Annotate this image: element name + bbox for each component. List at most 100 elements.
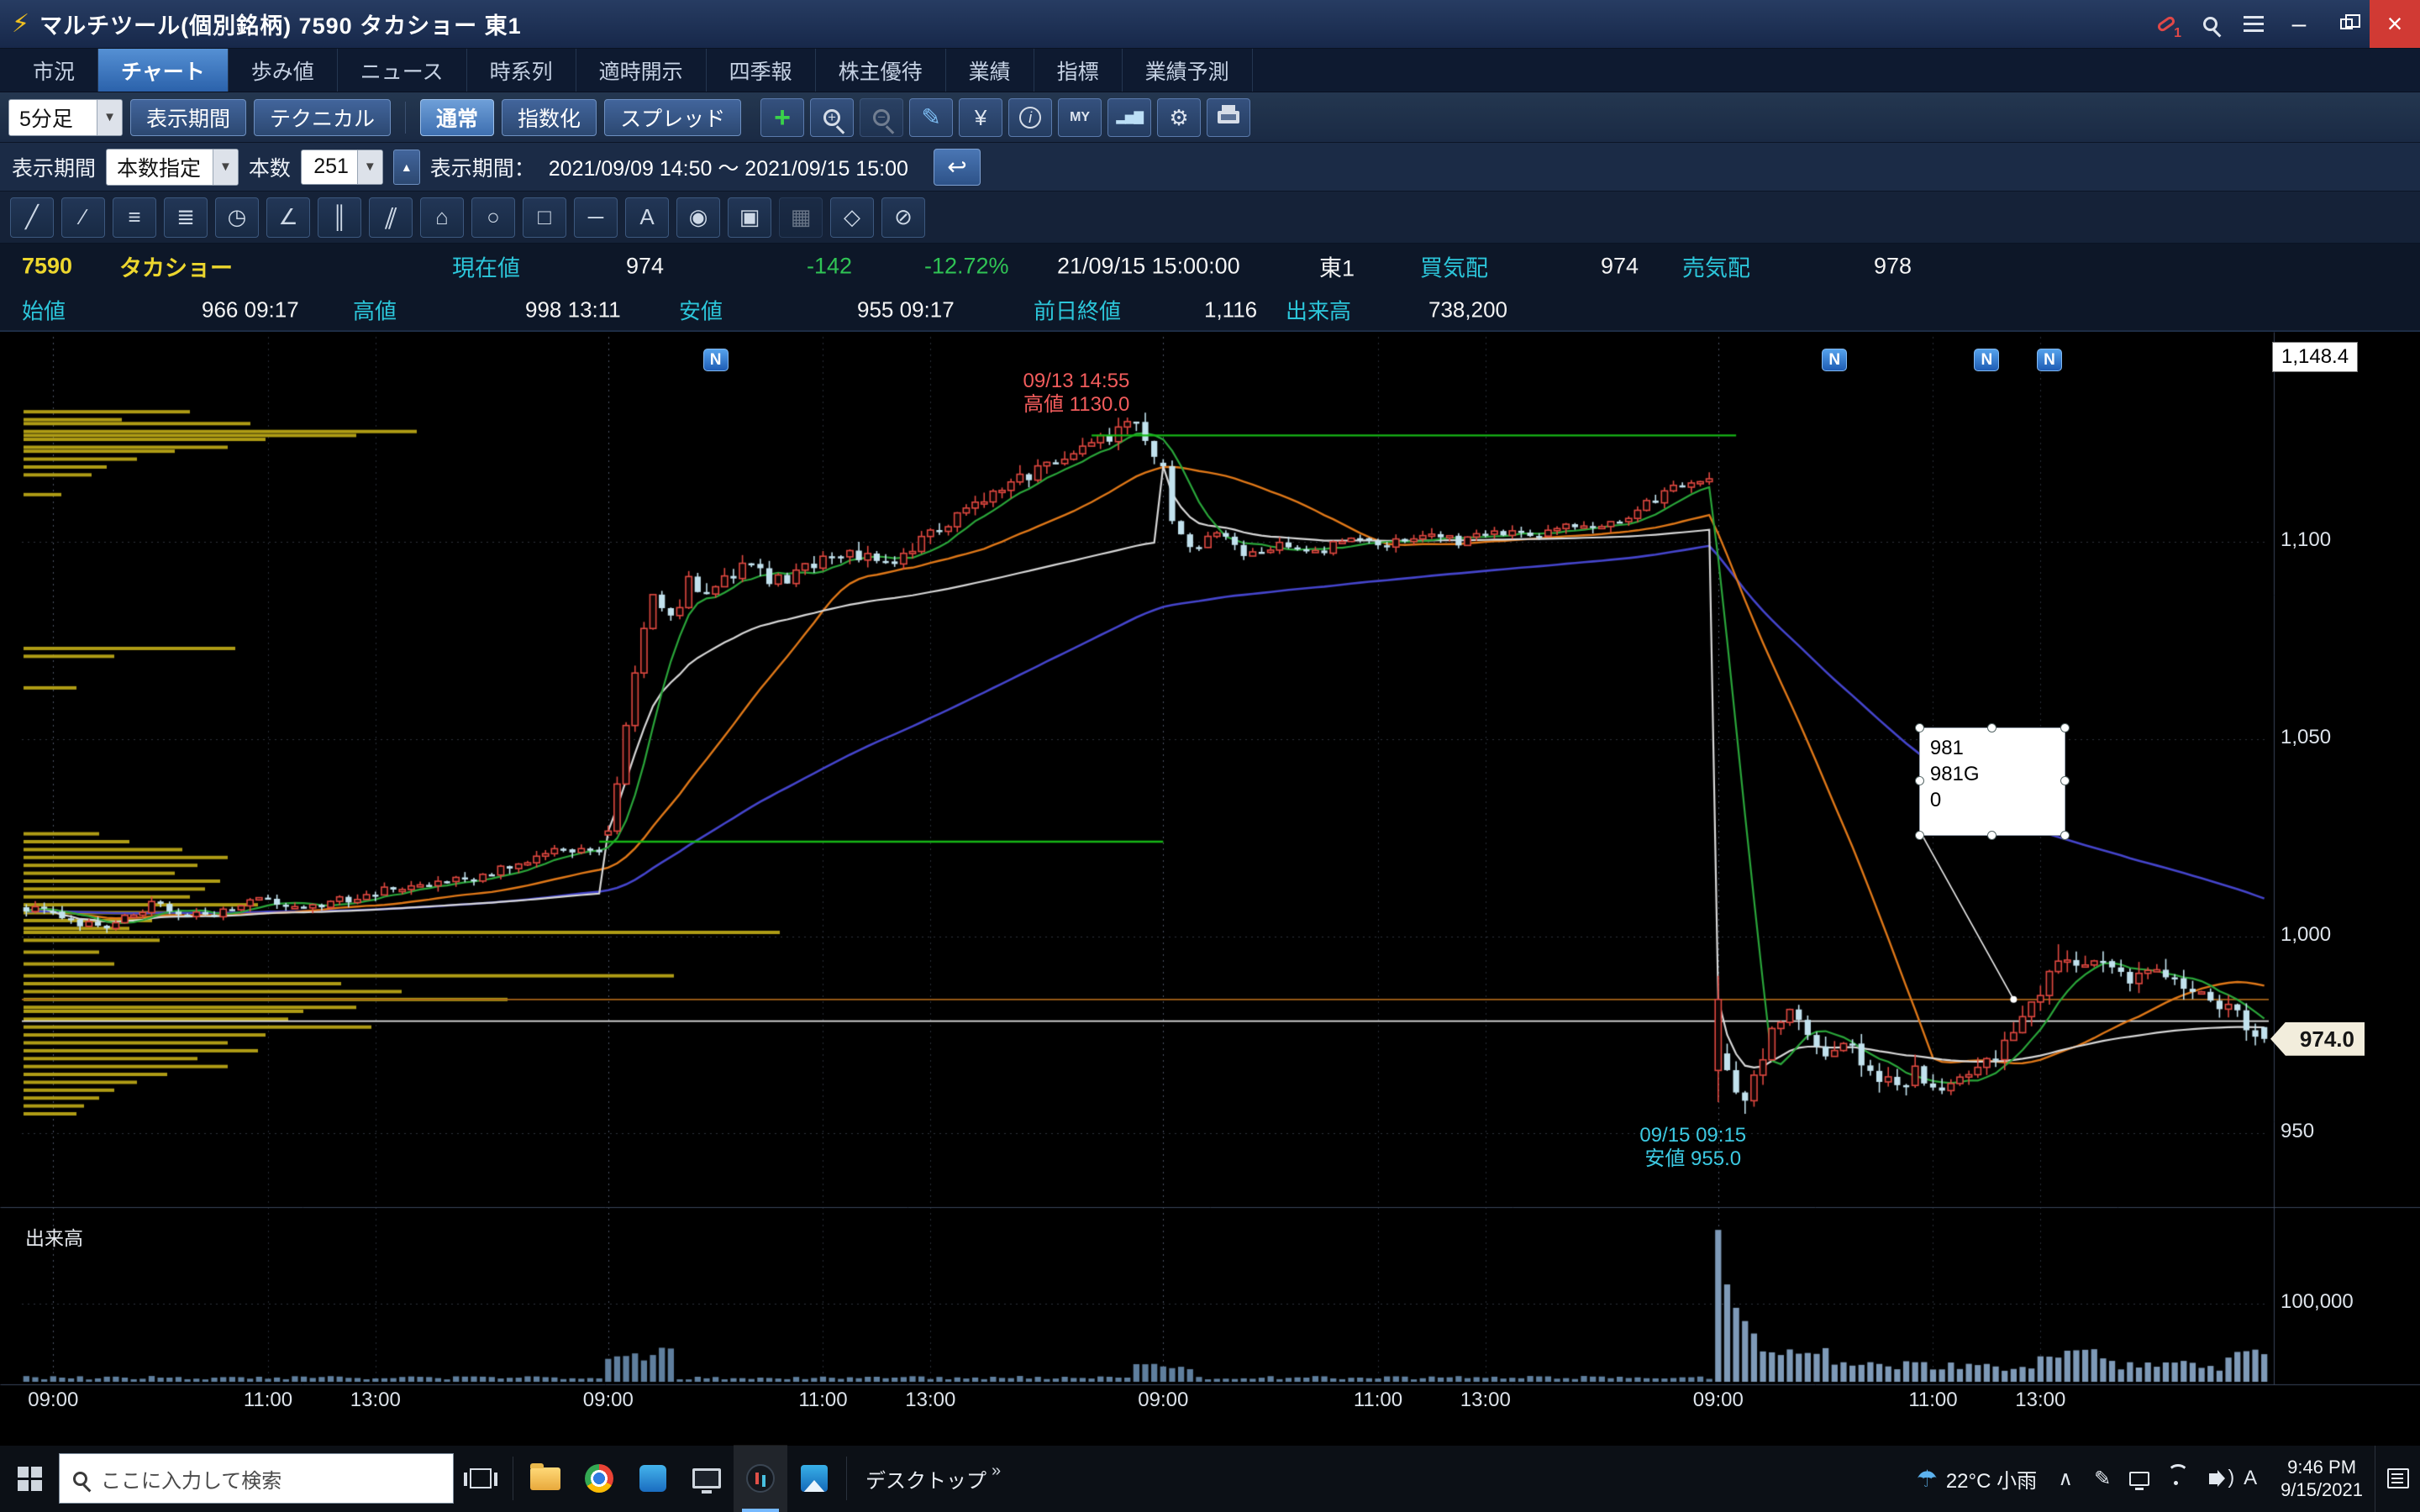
desktop-toolbar[interactable]: デスクトップ » [852,1445,1014,1512]
timeframe-select[interactable]: 5分足▼ [8,99,123,136]
chrome-icon[interactable] [572,1445,626,1512]
technical-button[interactable]: テクニカル [254,99,391,136]
restore-button[interactable] [2323,0,2370,48]
icon-stamp-tool[interactable]: ◉ [676,197,720,238]
count-mode-select[interactable]: 本数指定▼ [106,149,239,186]
notification-center-button[interactable] [2375,1445,2420,1512]
resize-handle[interactable] [1915,776,1924,785]
print-icon[interactable] [1207,98,1250,137]
eraser-tool[interactable]: ◇ [830,197,874,238]
titlebar[interactable]: ⚡ マルチツール(個別銘柄) 7590 タカショー 東1 1 – × [0,0,2420,49]
tab-disclosure[interactable]: 適時開示 [576,49,707,92]
news-marker-icon[interactable]: N [2037,349,2062,371]
remote-desktop-icon[interactable] [680,1445,734,1512]
note-annotation-box[interactable]: 981 981G 0 [1919,727,2065,836]
parallel-lines-tool[interactable]: ≣ [164,197,208,238]
tab-market[interactable]: 市況 [10,49,98,92]
ime-mode-icon[interactable]: A [2232,1445,2269,1512]
file-explorer-icon[interactable] [518,1445,572,1512]
task-view-button[interactable] [454,1445,508,1512]
pattern-tool[interactable]: ▦ [779,197,823,238]
spread-mode-button[interactable]: スプレッド [604,99,741,136]
low-label: 安値 [679,294,723,325]
start-button[interactable] [0,1445,59,1512]
angle-tool[interactable]: ∠ [266,197,310,238]
polygon-tool[interactable]: ⌂ [420,197,464,238]
add-comparison-icon[interactable]: + [760,98,804,137]
tab-chart[interactable]: チャート [98,49,229,92]
zoom-in-icon[interactable]: + [810,98,854,137]
my-chart-icon[interactable]: MY [1058,98,1102,137]
settings-wrench-icon[interactable]: ⚙ [1157,98,1201,137]
chrome-icon [585,1464,613,1493]
tray-pen-icon[interactable]: ✎ [2084,1445,2121,1512]
link-icon[interactable]: 1 [2144,0,2188,48]
text-tool[interactable]: A [625,197,669,238]
volume-icon[interactable] [2195,1445,2232,1512]
volume-chart-icon[interactable]: ▂▅▇ [1107,98,1151,137]
tab-shikiho[interactable]: 四季報 [707,49,816,92]
taskbar-clock[interactable]: 9:46 PM 9/15/2021 [2269,1456,2375,1501]
taskbar-search-input[interactable]: ここに入力して検索 [59,1453,454,1504]
display-period-button[interactable]: 表示期間 [130,99,246,136]
mail-app-icon[interactable] [626,1445,680,1512]
ellipse-tool[interactable]: ○ [471,197,515,238]
news-marker-icon[interactable]: N [1974,349,1999,371]
weather-widget[interactable]: ☂ 22°C 小雨 [1907,1445,2047,1512]
tab-label: 業績 [969,55,1011,86]
toolbar-separator [405,102,406,134]
info-icon[interactable]: i [1008,98,1052,137]
count-up-button[interactable]: ▲ [393,150,420,185]
resize-handle[interactable] [2060,776,2070,785]
resize-handle[interactable] [1987,831,1996,840]
menu-icon[interactable] [2232,0,2275,48]
rectangle-tool[interactable]: □ [523,197,566,238]
period-toolbar: 表示期間 本数指定▼ 本数 251▼ ▲ 表示期間： 2021/09/09 14… [0,143,2420,192]
tab-results[interactable]: 業績 [946,49,1034,92]
tab-label: 指標 [1057,55,1099,86]
indexed-mode-button[interactable]: 指数化 [502,99,597,136]
current-price-marker: 974.0 [2270,1022,2365,1056]
tray-expand-icon[interactable]: ∧ [2047,1445,2084,1512]
yen-scale-icon[interactable]: ¥ [959,98,1002,137]
resize-handle[interactable] [1915,831,1924,840]
trend-line-tool[interactable]: ╱ [10,197,54,238]
reset-period-button[interactable]: ↩ [934,149,981,186]
file-explorer-icon [530,1467,560,1490]
resize-handle[interactable] [2060,723,2070,732]
copy-tool[interactable]: ▣ [728,197,771,238]
horizontal-lines-tool[interactable]: ≡ [113,197,156,238]
network-icon[interactable] [2121,1445,2158,1512]
ray-line-tool[interactable]: ∕ [61,197,105,238]
tab-news[interactable]: ニュース [338,49,467,92]
minimize-button[interactable]: – [2275,0,2323,48]
trading-app-icon[interactable] [734,1445,787,1512]
resize-handle[interactable] [2060,831,2070,840]
photos-app-icon[interactable] [787,1445,841,1512]
resize-handle[interactable] [1915,723,1924,732]
horizontal-line-tool[interactable]: ─ [574,197,618,238]
chart-overlay: 1,148.4 09/13 14:55 高値 1130.0 09/15 09:1… [0,332,2420,1445]
news-marker-icon[interactable]: N [703,349,729,371]
tab-tick-history[interactable]: 歩み値 [229,49,338,92]
arc-tool[interactable]: ◷ [215,197,259,238]
tab-time-series[interactable]: 時系列 [467,49,576,92]
clear-all-tool[interactable]: ⊘ [881,197,925,238]
wifi-icon[interactable] [2158,1445,2195,1512]
normal-mode-button[interactable]: 通常 [420,99,494,136]
close-button[interactable]: × [2370,0,2420,48]
tab-results-forecast[interactable]: 業績予測 [1123,49,1253,92]
bar-count-input[interactable]: 251▼ [301,150,383,185]
chevron-down-icon[interactable]: ▼ [357,150,382,184]
channel-tool[interactable]: ∥ [369,197,413,238]
tab-indicators[interactable]: 指標 [1034,49,1123,92]
chart-region[interactable]: 1,148.4 09/13 14:55 高値 1130.0 09/15 09:1… [0,331,2420,1445]
count-label: 本数 [249,152,291,182]
vertical-lines-tool[interactable]: ║ [318,197,361,238]
resize-handle[interactable] [1987,723,1996,732]
zoom-out-icon[interactable]: − [860,98,903,137]
search-icon[interactable] [2188,0,2232,48]
news-marker-icon[interactable]: N [1822,349,1847,371]
tab-shareholder-benefits[interactable]: 株主優待 [816,49,946,92]
draw-pencil-icon[interactable]: ✎ [909,98,953,137]
